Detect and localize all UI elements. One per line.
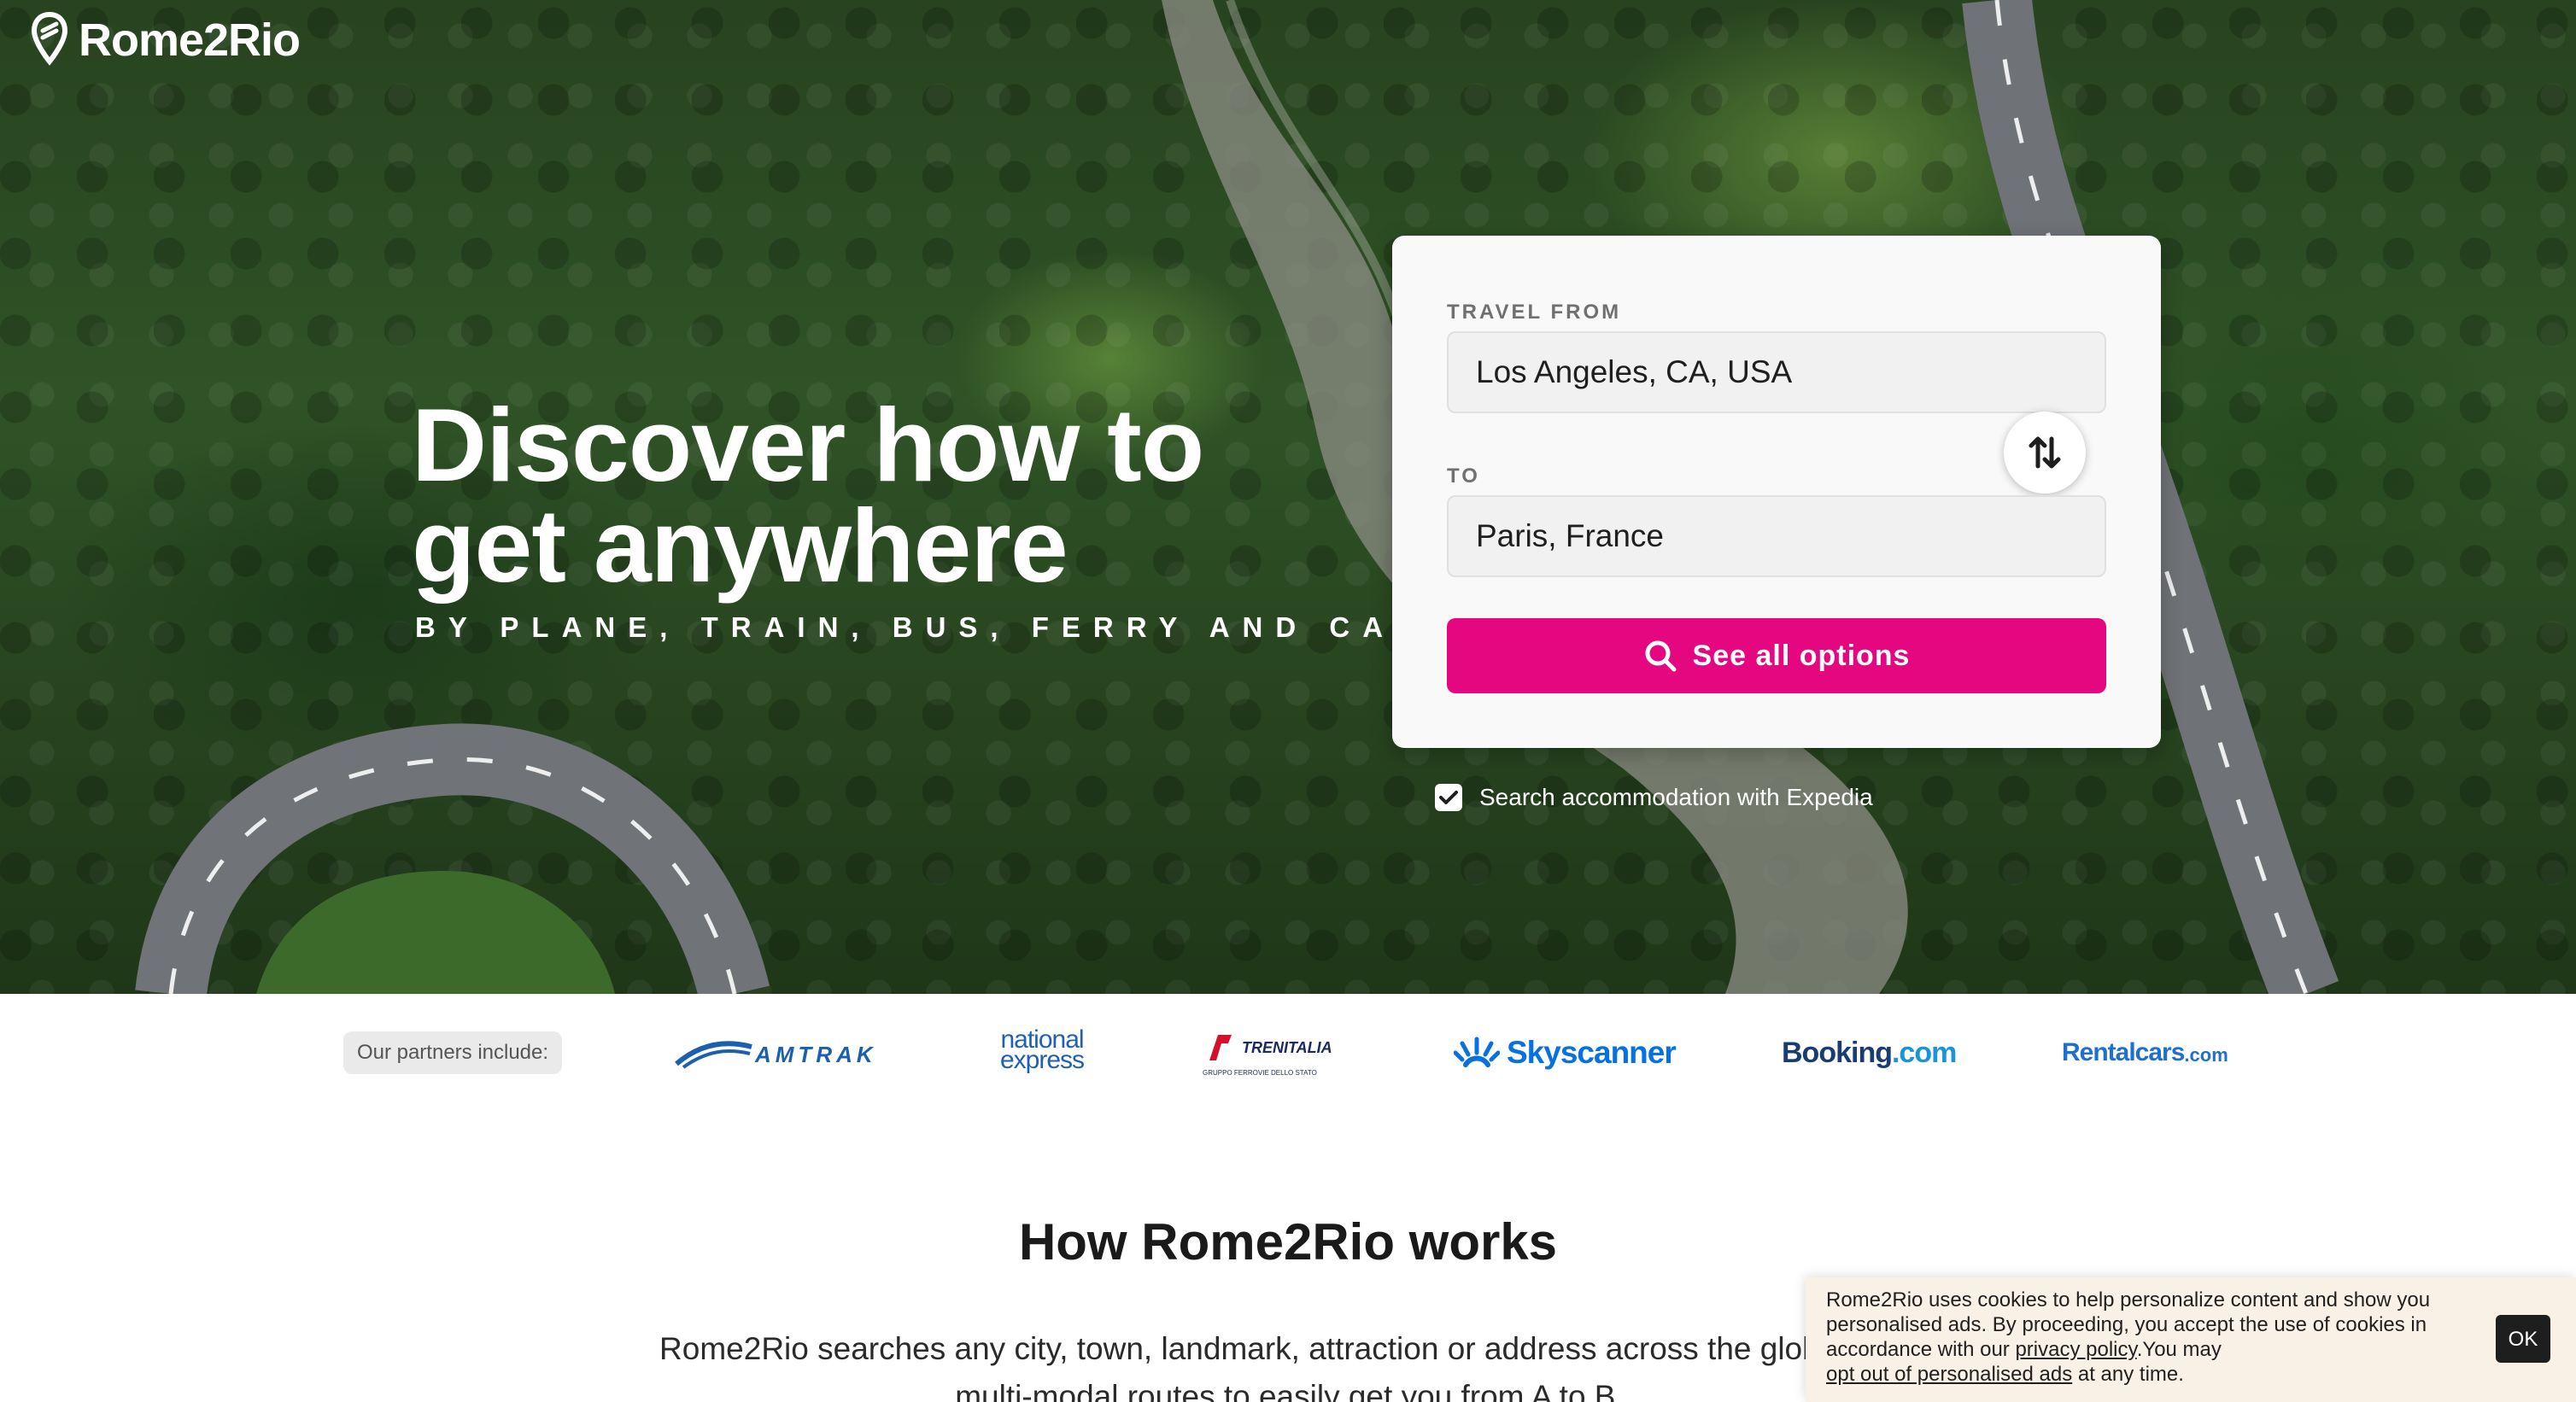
cookie-message: Rome2Rio uses cookies to help personaliz… [1826,1288,2441,1387]
brand-name: Rome2Rio [79,15,301,66]
brand-logo[interactable]: Rome2Rio [31,12,301,68]
hero-subheadline: BY PLANE, TRAIN, BUS, FERRY AND CAR [415,611,1429,643]
from-label: TRAVEL FROM [1447,301,1622,324]
to-input[interactable]: Paris, France [1447,495,2106,577]
to-label: TO [1447,464,1480,488]
skyscanner-wordmark: Skyscanner [1507,1035,1677,1070]
see-all-options-label: See all options [1692,639,1911,672]
from-input[interactable]: Los Angeles, CA, USA [1447,331,2106,413]
booking-logo: Booking .com [1782,1037,1957,1070]
amtrak-wordmark: AMTRAK [755,1042,877,1067]
how-it-works-title: How Rome2Rio works [1018,1213,1558,1271]
rentalcars-wordmark: Rentalcars [2062,1038,2185,1066]
partners-label: Our partners include: [343,1031,562,1074]
how-it-works-line-2: multi-modal routes to easily get you fro… [955,1379,1625,1402]
accommodation-option: Search accommodation with Expedia [1435,784,1873,811]
from-input-value: Los Angeles, CA, USA [1476,354,1793,389]
cookie-text-3: at any time. [2072,1363,2184,1386]
trenitalia-mark-icon [1209,1035,1232,1060]
see-all-options-button[interactable]: See all options [1447,618,2106,693]
amtrak-logo: AMTRAK [675,1038,875,1072]
trenitalia-wordmark: TRENITALIA [1242,1038,1332,1056]
swap-button[interactable] [2004,412,2086,494]
booking-wordmark: Booking [1782,1037,1893,1069]
accommodation-checkbox[interactable] [1435,784,1462,811]
search-icon [1645,640,1677,672]
checkmark-icon [1439,791,1458,804]
how-it-works-line-1: Rome2Rio searches any city, town, landma… [659,1331,1920,1366]
partners-strip: Our partners include: AMTRAK national ex… [0,994,2576,1113]
how-it-works-body: Rome2Rio searches any city, town, landma… [589,1325,1990,1402]
cookie-text-2: .You may [2136,1338,2222,1361]
search-card: TRAVEL FROM Los Angeles, CA, USA TO Pari… [1392,236,2161,748]
skyscanner-logo: Skyscanner [1454,1035,1677,1071]
rentalcars-tld: .com [2184,1044,2228,1066]
rentalcars-logo: Rentalcars .com [2062,1038,2228,1067]
swap-arrows-icon [2029,436,2061,469]
skyscanner-sunrise-icon [1454,1037,1500,1067]
opt-out-link[interactable]: opt out of personalised ads [1826,1363,2072,1386]
hero-headline: Discover how to get anywhere [412,387,1204,604]
cookie-banner: Rome2Rio uses cookies to help personaliz… [1806,1277,2576,1402]
pin-logo-icon [31,12,68,66]
hero-banner: Rome2Rio Discover how to get anywhere BY… [0,0,2576,994]
trenitalia-logo: TRENITALIA GRUPPO FERROVIE DELLO STATO [1203,1030,1332,1077]
privacy-policy-link[interactable]: privacy policy [2015,1338,2136,1361]
accommodation-label: Search accommodation with Expedia [1479,784,1873,810]
booking-tld: .com [1891,1037,1957,1069]
national-express-logo: national express [992,1025,1092,1074]
trenitalia-subtitle: GRUPPO FERROVIE DELLO STATO [1203,1069,1317,1077]
to-input-value: Paris, France [1476,518,1665,553]
cookie-ok-button[interactable]: OK [2496,1315,2550,1363]
national-express-wordmark: national express [999,1025,1085,1074]
